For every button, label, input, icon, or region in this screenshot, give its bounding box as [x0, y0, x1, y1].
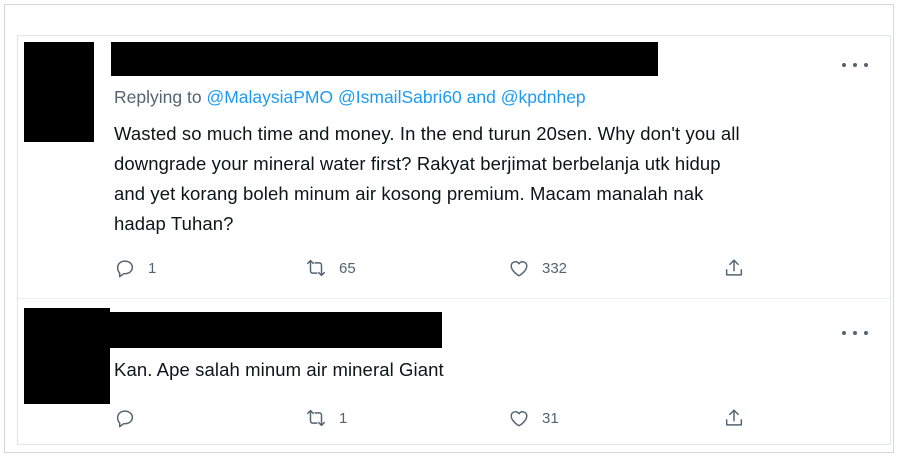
tweet-text-line: and yet korang boleh minum air kosong pr… — [114, 183, 704, 204]
mention-link[interactable]: @MalaysiaPMO — [206, 87, 333, 107]
mention-conjunction: and — [466, 87, 496, 107]
tweet-text-line: Kan. Ape salah minum air mineral Giant — [114, 359, 444, 380]
retweet-icon — [307, 259, 325, 277]
reply-button[interactable] — [114, 406, 148, 430]
tweet[interactable]: Kan. Ape salah minum air mineral Giant 1 — [18, 298, 890, 446]
like-button[interactable]: 332 — [508, 256, 567, 280]
tweet-text: Wasted so much time and money. In the en… — [114, 119, 740, 239]
screenshot-frame: Replying to @MalaysiaPMO @IsmailSabri60 … — [4, 4, 894, 453]
redacted-author-name — [111, 42, 658, 76]
reply-button[interactable]: 1 — [114, 256, 156, 280]
heart-icon — [510, 261, 528, 277]
redacted-avatar — [24, 308, 110, 404]
reply-icon — [116, 410, 134, 428]
retweet-count: 65 — [339, 259, 356, 277]
tweet[interactable]: Replying to @MalaysiaPMO @IsmailSabri60 … — [18, 36, 890, 298]
retweet-button[interactable]: 65 — [305, 256, 356, 280]
mention-link[interactable]: @IsmailSabri60 — [338, 87, 462, 107]
share-icon — [725, 409, 743, 426]
share-button[interactable] — [723, 256, 745, 280]
mention-link[interactable]: @kpdnhep — [501, 87, 586, 107]
more-horizontal-icon — [842, 63, 846, 67]
tweet-text-line: Wasted so much time and money. In the en… — [114, 123, 740, 144]
retweet-icon — [307, 409, 325, 427]
retweet-button[interactable]: 1 — [305, 406, 347, 430]
more-options-button[interactable] — [842, 326, 868, 340]
share-icon — [725, 259, 743, 276]
tweet-actions: 1 31 — [18, 406, 890, 430]
heart-icon — [510, 411, 528, 427]
redacted-author-name — [110, 312, 442, 348]
tweet-text: Kan. Ape salah minum air mineral Giant — [114, 355, 444, 385]
reply-icon — [116, 260, 134, 278]
tweet-actions: 1 65 332 — [18, 256, 890, 280]
share-button[interactable] — [723, 406, 745, 430]
tweet-text-line: hadap Tuhan? — [114, 213, 234, 234]
retweet-count: 1 — [339, 409, 348, 427]
replying-to-label: Replying to — [114, 87, 202, 107]
like-count: 332 — [542, 259, 568, 277]
more-options-button[interactable] — [842, 58, 868, 72]
more-horizontal-icon — [842, 331, 846, 335]
like-count: 31 — [542, 409, 559, 427]
replying-to-line: Replying to @MalaysiaPMO @IsmailSabri60 … — [114, 87, 586, 108]
tweet-text-line: downgrade your mineral water first? Raky… — [114, 153, 721, 174]
redacted-avatar — [24, 42, 94, 142]
reply-count: 1 — [148, 259, 157, 277]
tweet-thread: Replying to @MalaysiaPMO @IsmailSabri60 … — [17, 35, 891, 445]
like-button[interactable]: 31 — [508, 406, 559, 430]
